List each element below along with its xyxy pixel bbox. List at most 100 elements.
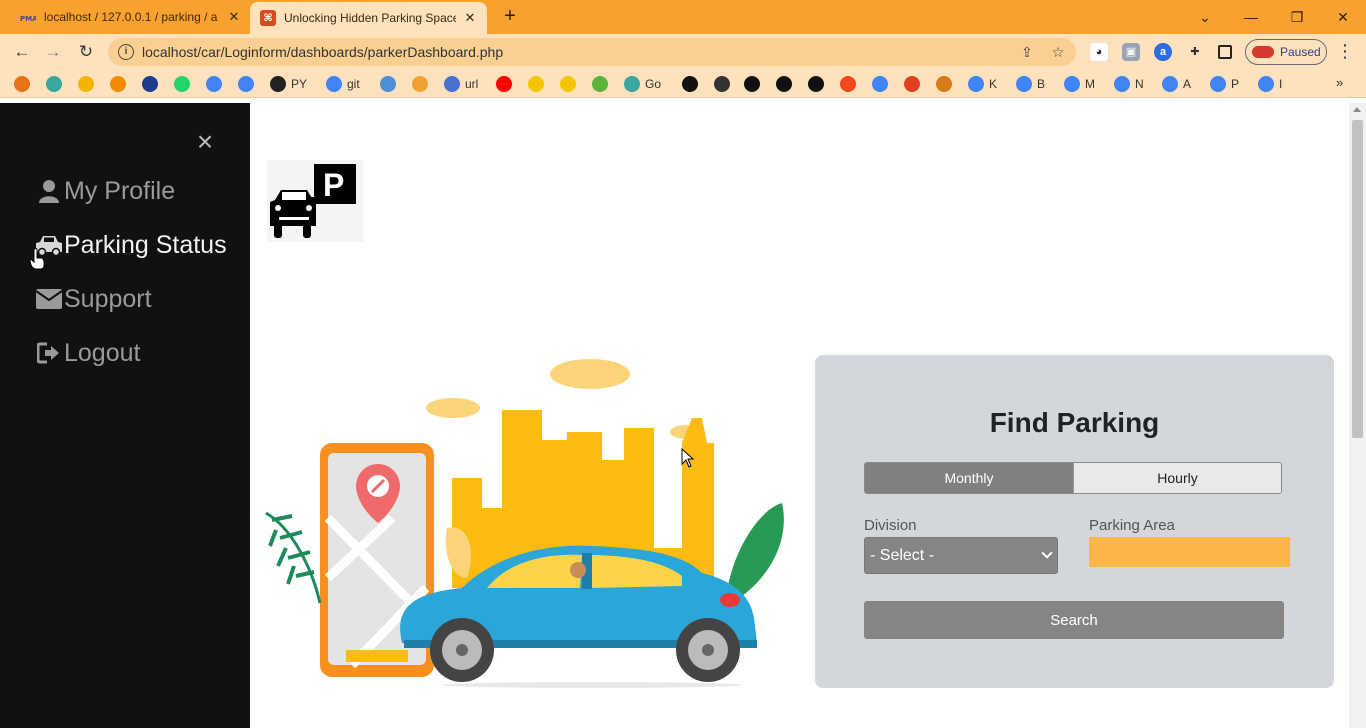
- bookmark-item[interactable]: [110, 75, 126, 93]
- bookmark-favicon-icon: [412, 76, 428, 92]
- browser-menu-icon[interactable]: ⋮: [1336, 40, 1354, 64]
- tab-search-chevron-icon[interactable]: ⌄: [1191, 5, 1219, 29]
- bookmark-item[interactable]: A: [1162, 75, 1191, 93]
- profile-extension-icon[interactable]: ▣: [1122, 43, 1140, 61]
- bookmark-item[interactable]: [560, 75, 576, 93]
- restore-button[interactable]: ❐: [1283, 5, 1311, 29]
- bookmark-favicon-icon: [776, 76, 792, 92]
- bookmark-item[interactable]: [744, 75, 760, 93]
- forward-button[interactable]: →: [40, 40, 66, 64]
- bookmark-item[interactable]: K: [968, 75, 997, 93]
- close-window-button[interactable]: ✕: [1329, 5, 1357, 29]
- bookmark-item[interactable]: [206, 75, 222, 93]
- svg-text:PMA: PMA: [20, 15, 36, 23]
- sidebar-item-support[interactable]: Support: [34, 281, 152, 317]
- bookmark-favicon-icon: [326, 76, 342, 92]
- site-info-icon[interactable]: i: [118, 44, 134, 60]
- bookmark-item[interactable]: [238, 75, 254, 93]
- page-scrollbar[interactable]: [1349, 103, 1366, 728]
- bookmark-favicon-icon: [380, 76, 396, 92]
- bookmark-item[interactable]: [714, 75, 730, 93]
- bookmark-item[interactable]: url: [444, 75, 478, 93]
- bookmark-favicon-icon: [46, 76, 62, 92]
- bookmark-label: git: [347, 77, 360, 91]
- bookmark-favicon-icon: [238, 76, 254, 92]
- reload-button[interactable]: ↻: [73, 40, 99, 64]
- find-parking-card: Find Parking Monthly Hourly Division Par…: [815, 355, 1334, 688]
- scroll-up-arrow-icon[interactable]: [1353, 107, 1361, 112]
- bookmark-item[interactable]: [78, 75, 94, 93]
- bookmark-item[interactable]: [872, 75, 888, 93]
- mouse-pointer-icon: [681, 448, 695, 468]
- bookmark-item[interactable]: [682, 75, 698, 93]
- bookmark-item[interactable]: [14, 75, 30, 93]
- bookmark-item[interactable]: P: [1210, 75, 1239, 93]
- bookmark-item[interactable]: [174, 75, 190, 93]
- sidebar-item-my-profile[interactable]: My Profile: [34, 173, 175, 209]
- sidebar-item-parking-status[interactable]: Parking Status: [34, 227, 227, 263]
- close-sidebar-icon[interactable]: ×: [192, 128, 218, 156]
- panda-extension-icon[interactable]: ◕: [1090, 43, 1108, 61]
- minimize-button[interactable]: —: [1237, 5, 1265, 29]
- hourly-tab-button[interactable]: Hourly: [1073, 463, 1281, 493]
- bookmark-label: A: [1183, 77, 1192, 91]
- sidebar: × My Profile Parking Status Support Logo…: [0, 103, 250, 728]
- svg-text:P: P: [323, 167, 344, 203]
- sidebar-item-label: Support: [64, 284, 152, 313]
- bookmark-item[interactable]: [46, 75, 62, 93]
- bookmark-star-icon[interactable]: ☆: [1049, 43, 1067, 61]
- bookmark-item[interactable]: I: [1258, 75, 1282, 93]
- bookmark-item[interactable]: [142, 75, 158, 93]
- new-tab-button[interactable]: +: [498, 5, 522, 29]
- profile-paused-button[interactable]: Paused: [1245, 39, 1327, 65]
- bookmark-item[interactable]: [776, 75, 792, 93]
- tab-strip: PMA localhost / 127.0.0.1 / parking / a …: [0, 0, 1366, 34]
- bookmark-item[interactable]: [592, 75, 608, 93]
- close-tab-icon[interactable]: ✕: [226, 9, 242, 25]
- tab-parking-dashboard[interactable]: ⌘ Unlocking Hidden Parking Space ✕: [250, 2, 487, 34]
- back-button[interactable]: ←: [9, 40, 35, 64]
- bookmark-item[interactable]: [840, 75, 856, 93]
- bookmark-label: M: [1085, 77, 1095, 91]
- bookmark-item[interactable]: [936, 75, 952, 93]
- a-extension-icon[interactable]: a: [1154, 43, 1172, 61]
- division-select[interactable]: - Select -: [864, 537, 1058, 574]
- bookmark-item[interactable]: [528, 75, 544, 93]
- extensions-puzzle-icon[interactable]: ✚: [1186, 43, 1204, 61]
- bookmark-favicon-icon: [714, 76, 730, 92]
- bookmark-item[interactable]: [496, 75, 512, 93]
- search-button[interactable]: Search: [864, 601, 1284, 639]
- scrollbar-thumb[interactable]: [1352, 120, 1363, 438]
- bookmark-item[interactable]: N: [1114, 75, 1144, 93]
- bookmark-favicon-icon: [904, 76, 920, 92]
- monthly-tab-button[interactable]: Monthly: [865, 463, 1073, 493]
- bookmark-favicon-icon: [592, 76, 608, 92]
- bookmark-favicon-icon: [174, 76, 190, 92]
- logout-icon: [34, 338, 64, 368]
- bookmark-favicon-icon: [496, 76, 512, 92]
- bookmark-item[interactable]: git: [326, 75, 360, 93]
- bookmark-item[interactable]: M: [1064, 75, 1095, 93]
- side-panel-icon[interactable]: [1218, 45, 1232, 59]
- bookmarks-bar: PY git url Go K B M N A P I: [0, 70, 1366, 98]
- share-icon[interactable]: ⇪: [1018, 43, 1036, 61]
- parking-area-input[interactable]: [1089, 537, 1290, 567]
- bookmark-item[interactable]: [412, 75, 428, 93]
- bookmark-label: K: [989, 77, 998, 91]
- bookmark-item[interactable]: [808, 75, 824, 93]
- bookmark-favicon-icon: [682, 76, 698, 92]
- sidebar-item-logout[interactable]: Logout: [34, 335, 140, 371]
- address-bar[interactable]: i ⇪ ☆: [108, 38, 1076, 66]
- bookmark-item[interactable]: Go: [624, 75, 661, 93]
- bookmark-item[interactable]: [380, 75, 396, 93]
- profile-avatar-icon: [1252, 46, 1274, 58]
- bookmark-label: Go: [645, 77, 662, 91]
- bookmark-item[interactable]: B: [1016, 75, 1045, 93]
- url-input[interactable]: [142, 42, 1002, 62]
- bookmarks-overflow-icon[interactable]: »: [1336, 75, 1343, 90]
- bookmark-item[interactable]: PY: [270, 75, 307, 93]
- site-logo: P: [267, 160, 363, 242]
- bookmark-item[interactable]: [904, 75, 920, 93]
- close-tab-icon[interactable]: ✕: [462, 10, 478, 26]
- tab-phpmyadmin[interactable]: PMA localhost / 127.0.0.1 / parking / a …: [0, 0, 250, 34]
